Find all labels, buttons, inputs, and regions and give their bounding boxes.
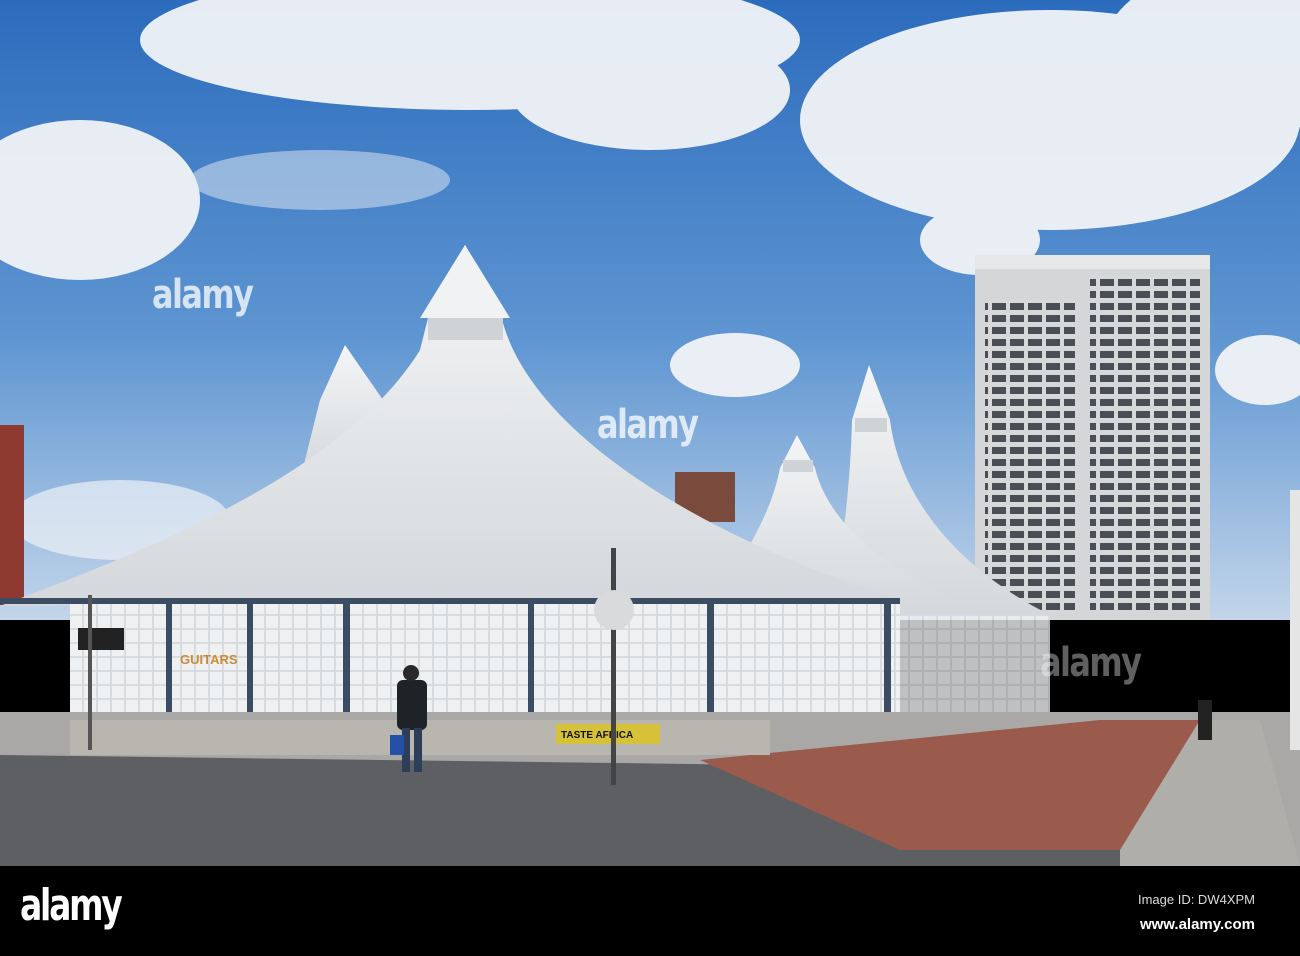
- watermark: alamy: [152, 272, 254, 318]
- watermark: alamy: [1040, 640, 1142, 686]
- photo: GUITARS TASTE AFRICA alamy alamy alamy a…: [0, 0, 1300, 956]
- brick-building: [0, 425, 24, 605]
- tower-block: [975, 255, 1210, 620]
- image-id: Image ID: DW4XPM: [1137, 892, 1255, 907]
- guitars-sign: GUITARS: [180, 652, 238, 667]
- glass-block-wall: [900, 615, 1050, 715]
- road-sign: [594, 590, 634, 630]
- lamp-post: [611, 548, 616, 785]
- distant-pedestrian: [1198, 700, 1212, 740]
- footer-bar: alamy Image ID: DW4XPM www.alamy.com: [0, 866, 1300, 956]
- shop-board: [78, 628, 124, 650]
- sign-post: [88, 595, 92, 750]
- taste-africa-sign: TASTE AFRICA: [561, 730, 633, 741]
- website-link[interactable]: www.alamy.com: [1140, 916, 1255, 933]
- sign-board: [1290, 490, 1300, 750]
- watermark: alamy: [597, 402, 699, 448]
- alamy-logo: alamy: [20, 880, 123, 931]
